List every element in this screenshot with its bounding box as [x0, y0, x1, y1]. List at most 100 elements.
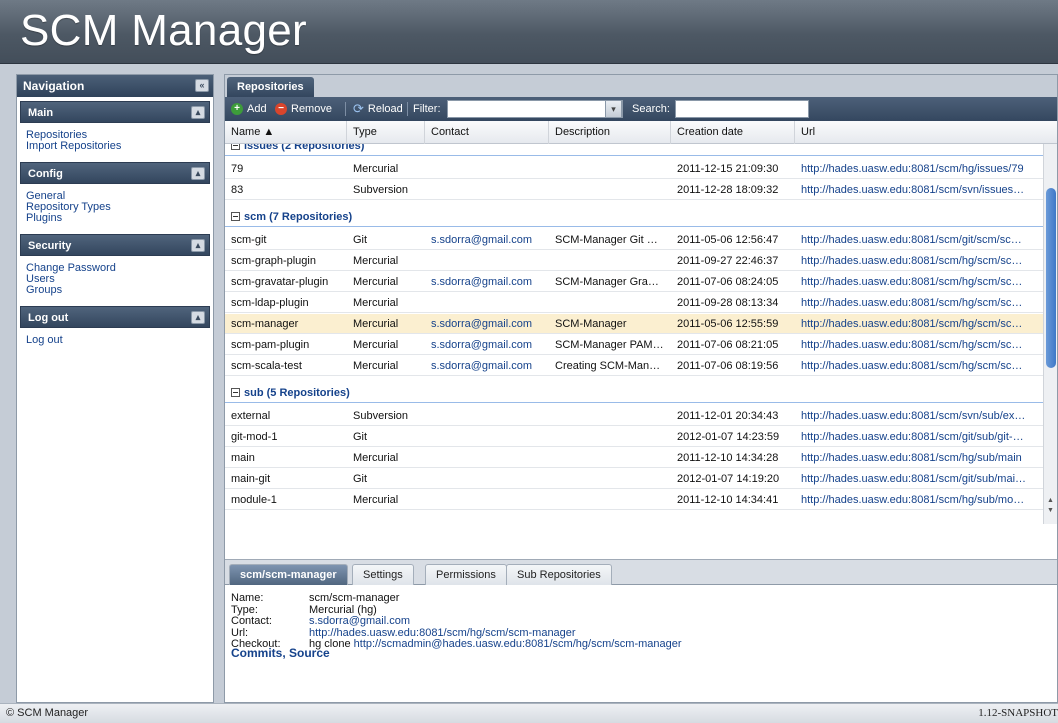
nav-section-security: Security ▴ Change Password Users Groups	[20, 234, 210, 302]
grid-scrollbar[interactable]: ▲ ▼	[1043, 144, 1057, 524]
nav-section-title: Config	[28, 168, 63, 180]
nav-link-import-repositories[interactable]: Import Repositories	[26, 141, 204, 152]
scroll-up-icon[interactable]: ▲	[1047, 497, 1054, 504]
column-header-description[interactable]: Description	[549, 121, 671, 144]
table-row[interactable]: 83 Subversion 2011-12-28 18:09:32 http://ha…	[225, 180, 1043, 200]
collapse-up-icon[interactable]: ▴	[191, 167, 205, 180]
table-row[interactable]: external Subversion 2011-12-01 20:34:43 htt…	[225, 406, 1043, 426]
tab-repositories[interactable]: Repositories	[227, 77, 314, 97]
table-row[interactable]: 79 Mercurial 2011-12-15 21:09:30 http://had…	[225, 159, 1043, 179]
navigation-title-label: Navigation	[23, 79, 85, 93]
column-header-name[interactable]: Name ▲	[225, 121, 347, 144]
nav-section-title: Log out	[28, 312, 69, 324]
cell-name: scm-git	[231, 234, 267, 246]
table-row[interactable]: git-mod-1 Git 2012-01-07 14:23:59 http://ha…	[225, 427, 1043, 447]
cell-name: scm-graph-plugin	[231, 255, 316, 267]
cell-type: Mercurial	[353, 297, 399, 309]
main-tabstrip: Repositories	[225, 75, 1057, 97]
nav-link-plugins[interactable]: Plugins	[26, 213, 204, 224]
column-header-contact[interactable]: Contact	[425, 121, 549, 144]
reload-button[interactable]: ⟳ Reload	[353, 97, 403, 121]
version-text: 1.12-SNAPSHOT	[978, 707, 1058, 719]
cell-description	[549, 490, 671, 510]
cell-type: Mercurial	[353, 452, 399, 464]
cell-creation-date: 2011-12-10 14:34:41	[677, 494, 779, 506]
cell-url: http://hades.uasw.edu:8081/scm/git/sub/g…	[801, 431, 1024, 443]
search-input[interactable]	[675, 100, 809, 118]
cell-type: Subversion	[353, 410, 409, 422]
cell-contact: s.sdorra@gmail.com	[431, 360, 533, 372]
group-header[interactable]: sub (5 Repositories)	[225, 383, 1043, 403]
nav-section-header[interactable]: Log out ▴	[20, 306, 210, 328]
add-button[interactable]: + Add	[231, 97, 267, 121]
column-header-creation-date[interactable]: Creation date	[671, 121, 795, 144]
table-row[interactable]: scm-manager Mercurial s.sdorra@gmail.com SC…	[225, 314, 1043, 334]
toolbar-separator	[345, 102, 346, 116]
scrollbar-thumb[interactable]	[1046, 188, 1056, 368]
scroll-down-icon[interactable]: ▼	[1047, 507, 1054, 514]
table-row[interactable]: main Mercurial 2011-12-10 14:34:28 http://h…	[225, 448, 1043, 468]
app-footer: © SCM Manager 1.12-SNAPSHOT	[0, 703, 1058, 723]
column-header-url[interactable]: Url	[795, 121, 1057, 144]
copyright-text: © SCM Manager	[6, 707, 89, 719]
tab-scm-manager[interactable]: scm/scm-manager	[229, 564, 348, 585]
navigation-panel: Navigation « Main ▴ Repositories Import …	[16, 74, 214, 703]
navigation-title: Navigation «	[17, 75, 213, 97]
collapse-group-icon[interactable]	[231, 212, 240, 221]
nav-section-header[interactable]: Main ▴	[20, 101, 210, 123]
detail-name-row: Name: scm/scm-manager	[231, 592, 1057, 605]
cell-url: http://hades.uasw.edu:8081/scm/hg/scm/sc…	[801, 276, 1023, 288]
chevron-down-icon[interactable]: ▾	[605, 100, 622, 118]
cell-type: Mercurial	[353, 360, 399, 372]
collapse-up-icon[interactable]: ▴	[191, 311, 205, 324]
group-header[interactable]: issues (2 Repositories)	[225, 144, 1043, 156]
cell-type: Mercurial	[353, 318, 399, 330]
column-header-type[interactable]: Type	[347, 121, 425, 144]
cell-url: http://hades.uasw.edu:8081/scm/hg/scm/sc…	[801, 360, 1023, 372]
table-row[interactable]: module-1 Mercurial 2011-12-10 14:34:41 http…	[225, 490, 1043, 510]
contact-link[interactable]: s.sdorra@gmail.com	[309, 615, 410, 628]
cell-name: 83	[231, 184, 244, 196]
table-row[interactable]: scm-graph-plugin Mercurial 2011-09-27 22:4…	[225, 251, 1043, 271]
collapse-left-icon[interactable]: «	[195, 79, 209, 92]
table-row[interactable]: main-git Git 2012-01-07 14:19:20 http://had…	[225, 469, 1043, 489]
grid-toolbar: + Add − Remove ⟳ Reload Filter: ▾ Search…	[225, 97, 1057, 121]
nav-section-config: Config ▴ General Repository Types Plugin…	[20, 162, 210, 230]
cell-description	[549, 180, 671, 200]
cell-creation-date: 2011-05-06 12:55:59	[677, 318, 779, 330]
table-row[interactable]: scm-git Git s.sdorra@gmail.com SCM-Manager …	[225, 230, 1043, 250]
cell-contact: s.sdorra@gmail.com	[431, 339, 533, 351]
remove-button[interactable]: − Remove	[275, 97, 332, 121]
collapse-group-icon[interactable]	[231, 144, 240, 150]
cell-name: 79	[231, 163, 244, 175]
tab-sub-repositories[interactable]: Sub Repositories	[506, 564, 612, 585]
cell-type: Subversion	[353, 184, 409, 196]
cell-description: SCM-Manager	[555, 318, 627, 330]
tab-permissions[interactable]: Permissions	[425, 564, 507, 585]
group-header[interactable]: scm (7 Repositories)	[225, 207, 1043, 227]
table-row[interactable]: scm-pam-plugin Mercurial s.sdorra@gmail.co…	[225, 335, 1043, 355]
commits-link[interactable]: Commits	[231, 646, 282, 660]
filter-select[interactable]	[447, 100, 623, 118]
cell-url: http://hades.uasw.edu:8081/scm/hg/sub/ma…	[801, 452, 1022, 464]
add-label: Add	[247, 103, 267, 115]
collapse-up-icon[interactable]: ▴	[191, 106, 205, 119]
filter-label: Filter:	[413, 103, 441, 115]
search-label: Search:	[632, 103, 670, 115]
table-row[interactable]: scm-scala-test Mercurial s.sdorra@gmail.co…	[225, 356, 1043, 376]
nav-section-header[interactable]: Security ▴	[20, 234, 210, 256]
reload-icon: ⟳	[353, 101, 364, 116]
cell-creation-date: 2011-07-06 08:19:56	[677, 360, 779, 372]
table-row[interactable]: scm-ldap-plugin Mercurial 2011-09-28 08:13…	[225, 293, 1043, 313]
nav-link-groups[interactable]: Groups	[26, 285, 204, 296]
nav-section-header[interactable]: Config ▴	[20, 162, 210, 184]
source-link[interactable]: Source	[289, 646, 330, 660]
collapse-up-icon[interactable]: ▴	[191, 239, 205, 252]
table-row[interactable]: scm-gravatar-plugin Mercurial s.sdorra@gma…	[225, 272, 1043, 292]
nav-link-log-out[interactable]: Log out	[26, 335, 204, 346]
links-separator: ,	[282, 646, 290, 660]
collapse-group-icon[interactable]	[231, 388, 240, 397]
checkout-link[interactable]: http://scmadmin@hades.uasw.edu:8081/scm/…	[354, 638, 682, 650]
cell-type: Git	[353, 234, 368, 246]
tab-settings[interactable]: Settings	[352, 564, 414, 585]
